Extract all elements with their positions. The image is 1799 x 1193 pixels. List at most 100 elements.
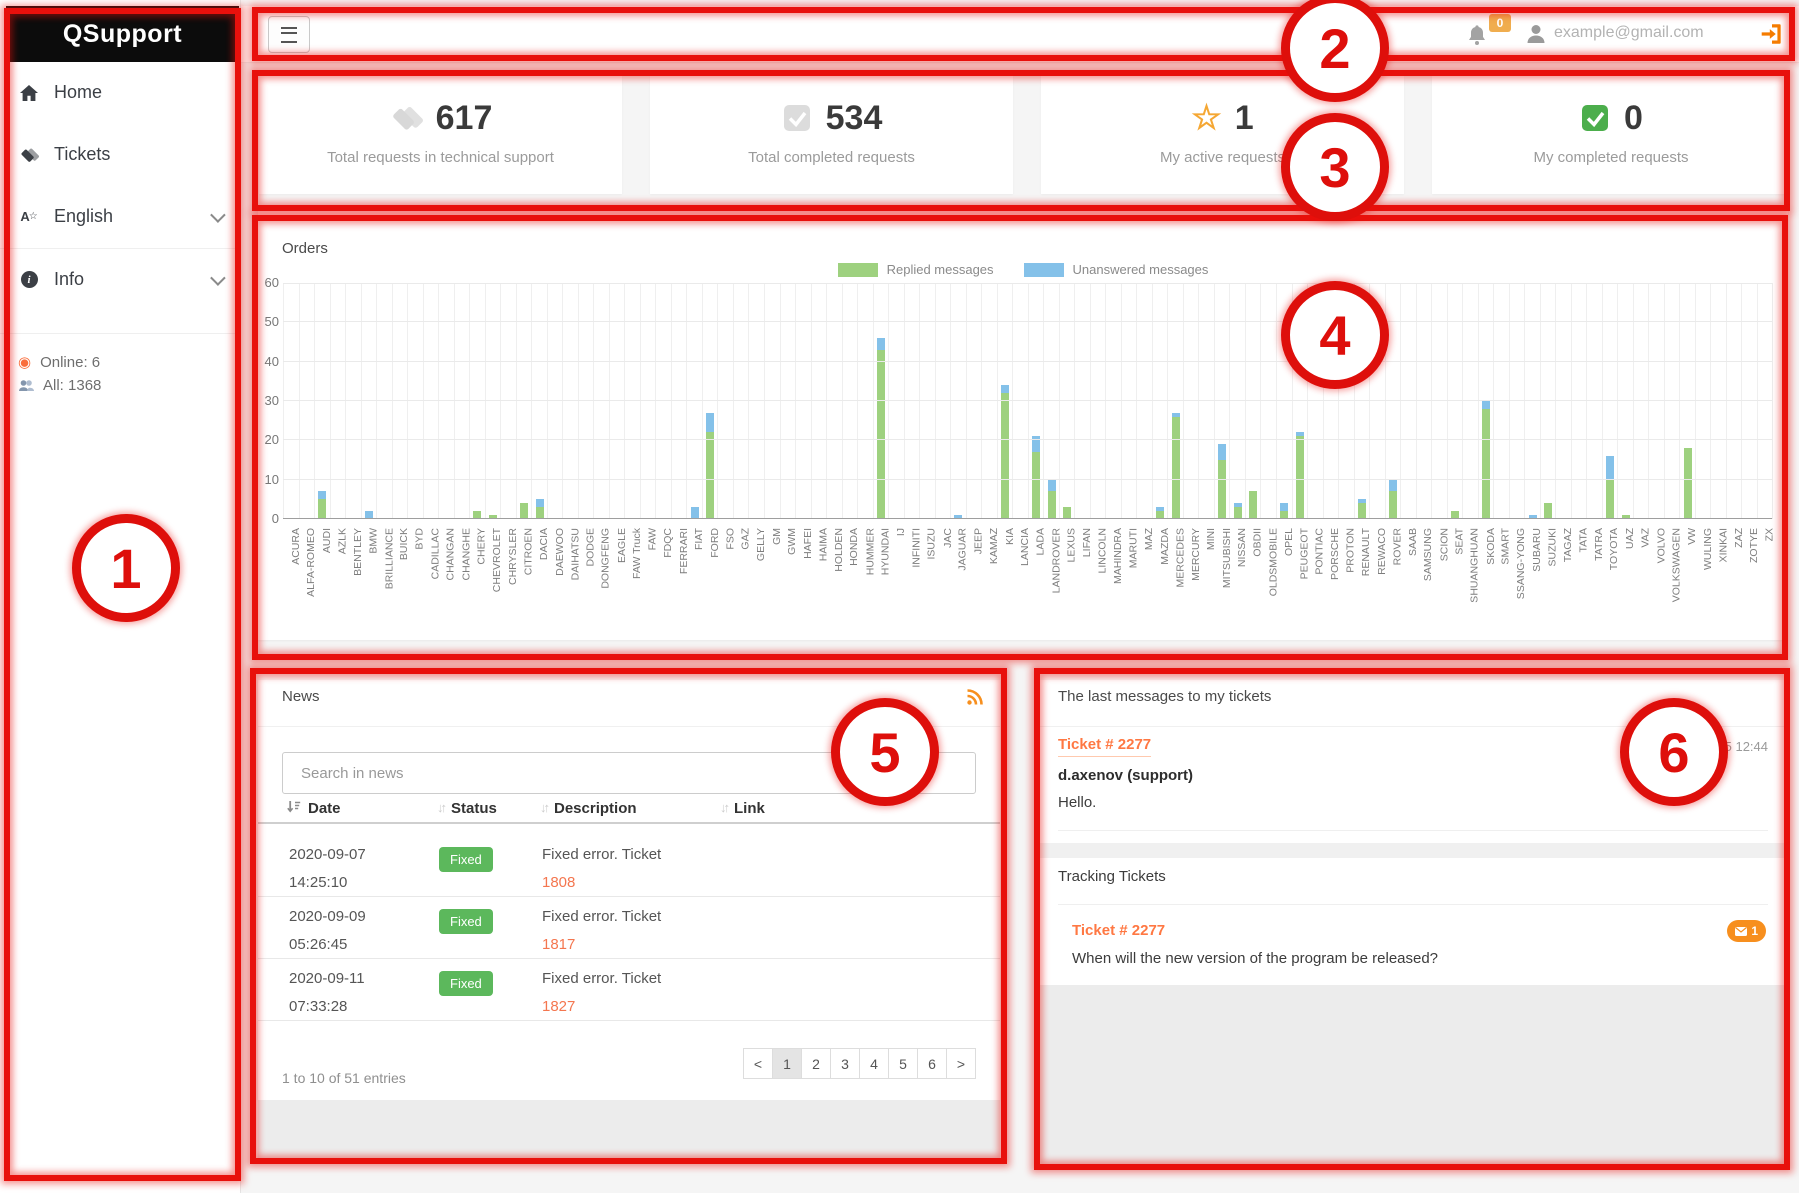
pagination: <123456> (744, 1048, 976, 1079)
ticket-number-link[interactable]: 1817 (542, 936, 575, 953)
chart-column (1198, 283, 1214, 519)
cell-description: Fixed error. Ticket1817 (542, 897, 722, 959)
sidebar: QSupport Home Tickets A☆ English i Info (0, 0, 241, 1193)
bar-segment (1606, 456, 1614, 480)
chart-column (1478, 283, 1494, 519)
ticket-number-link[interactable]: 1827 (542, 998, 575, 1015)
brand-logo: QSupport (6, 6, 239, 62)
page-button-6[interactable]: 6 (917, 1048, 947, 1079)
chart-column (1090, 283, 1106, 519)
chevron-down-icon (210, 207, 226, 223)
table-row: 2020-09-0714:25:10FixedFixed error. Tick… (258, 835, 1000, 897)
chart-column (392, 283, 408, 519)
logout-icon[interactable] (1759, 21, 1785, 52)
sidebar-item-language[interactable]: A☆ English (18, 206, 222, 227)
chart-column (609, 283, 625, 519)
chart-plot (283, 283, 1773, 519)
rss-icon[interactable] (966, 688, 984, 711)
chart-column (376, 283, 392, 519)
chart-column (1059, 283, 1075, 519)
chart-column (547, 283, 563, 519)
y-tick: 40 (258, 354, 279, 369)
news-search-input[interactable] (282, 752, 976, 794)
chart-column (904, 283, 920, 519)
column-header-link[interactable]: ↓↑ Link (720, 800, 1000, 822)
chart-column (733, 283, 749, 519)
chart-column (671, 283, 687, 519)
page-button-5[interactable]: 5 (888, 1048, 918, 1079)
sidebar-item-home[interactable]: Home (18, 82, 222, 103)
chart-column (314, 283, 330, 519)
column-header-description[interactable]: ↓↑ Description (540, 800, 720, 822)
chart-column (873, 283, 889, 519)
unread-count: 1 (1751, 924, 1758, 938)
column-label: Date (308, 800, 341, 817)
messages-title: The last messages to my tickets (1058, 688, 1271, 705)
menu-toggle-button[interactable] (268, 16, 310, 53)
bell-icon (1465, 24, 1489, 50)
stat-value: 534 (826, 99, 883, 138)
ticket-number-link[interactable]: 1808 (542, 874, 575, 891)
chart-column (330, 283, 346, 519)
notifications-button[interactable]: 0 (1465, 14, 1511, 58)
column-header-date[interactable]: Date (287, 800, 437, 822)
bar-segment (706, 413, 714, 433)
chart-column (795, 283, 811, 519)
y-tick: 60 (258, 275, 279, 290)
ticket-link[interactable]: Ticket # 2277 (1058, 736, 1151, 757)
chart-column (1462, 283, 1478, 519)
chart-column (1385, 283, 1401, 519)
chart-column (531, 283, 547, 519)
language-icon: A☆ (18, 209, 40, 224)
chart-column (997, 283, 1013, 519)
chart-column (1400, 283, 1416, 519)
bar-segment (1032, 452, 1040, 519)
chart-column (1757, 283, 1773, 519)
tracking-ticket-link[interactable]: Ticket # 2277 (1072, 922, 1165, 939)
page-button-1[interactable]: 1 (772, 1048, 802, 1079)
page-button-<[interactable]: < (743, 1048, 773, 1079)
page-button-4[interactable]: 4 (859, 1048, 889, 1079)
sidebar-item-tickets[interactable]: Tickets (18, 144, 222, 165)
column-header-status[interactable]: ↓↑ Status (437, 800, 540, 822)
chart-column (1524, 283, 1540, 519)
chart-column (1167, 283, 1183, 519)
page-button-2[interactable]: 2 (801, 1048, 831, 1079)
news-table-header: Date ↓↑ Status ↓↑ Description ↓↑ Link (258, 800, 1000, 824)
sort-icon: ↓↑ (720, 800, 727, 815)
chart-column (345, 283, 361, 519)
chart-column (950, 283, 966, 519)
bar-segment (1389, 491, 1397, 519)
status-badge: Fixed (439, 847, 493, 872)
cell-status: Fixed (439, 959, 542, 1021)
chart-column (655, 283, 671, 519)
user-email[interactable]: example@gmail.com (1554, 24, 1704, 42)
chart-column (1416, 283, 1432, 519)
cell-status: Fixed (439, 835, 542, 897)
chart-column (702, 283, 718, 519)
table-row: 2020-09-1107:33:28FixedFixed error. Tick… (258, 959, 1000, 1021)
page-button->[interactable]: > (946, 1048, 976, 1079)
home-icon (18, 83, 40, 103)
qsupport-dashboard: QSupport Home Tickets A☆ English i Info (0, 0, 1799, 1193)
status-badge: Fixed (439, 909, 493, 934)
bar-segment (1048, 480, 1056, 492)
page-button-3[interactable]: 3 (830, 1048, 860, 1079)
divider (0, 248, 240, 249)
chart-column (562, 283, 578, 519)
tags-icon (389, 101, 423, 135)
column-label: Link (734, 800, 765, 817)
sidebar-item-info[interactable]: i Info (18, 269, 222, 290)
chart-column (1710, 283, 1726, 519)
bar-segment (318, 491, 326, 499)
bar-segment (318, 499, 326, 519)
users-icon (18, 378, 34, 393)
chart-column (1292, 283, 1308, 519)
chart-column (919, 283, 935, 519)
bar-segment (1218, 460, 1226, 519)
legend-label: Unanswered messages (1073, 262, 1209, 277)
divider (258, 726, 1000, 727)
news-panel-footer (258, 1100, 1000, 1164)
bar-segment (1358, 503, 1366, 519)
bar-segment (1482, 401, 1490, 409)
